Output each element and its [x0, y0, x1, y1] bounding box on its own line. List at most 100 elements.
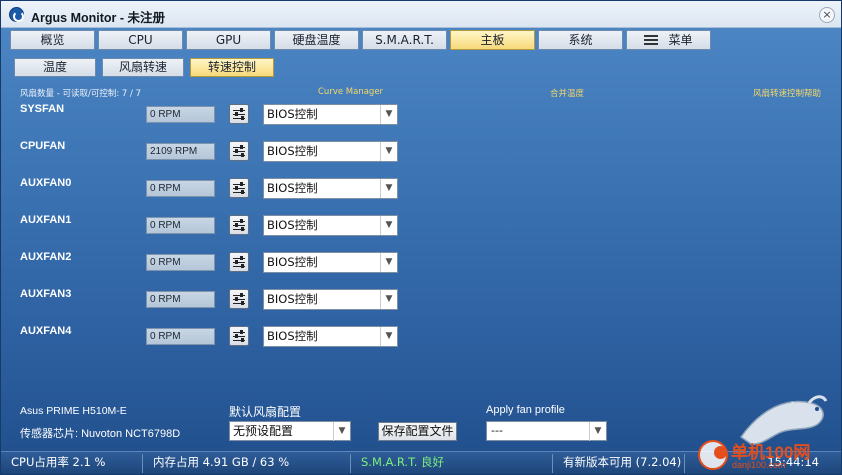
fan-mode-select[interactable]: BIOS控制 ▼: [263, 141, 398, 162]
subtab-fan-speed[interactable]: 风扇转速: [102, 58, 184, 77]
tab-overview[interactable]: 概览: [10, 30, 95, 50]
slider-knob: [235, 149, 238, 153]
fan-settings-button[interactable]: [229, 289, 249, 309]
curve-manager-link[interactable]: Curve Manager: [318, 87, 383, 97]
board-name: Asus PRIME H510M-E: [20, 405, 127, 417]
fan-row: AUXFAN3 0 RPM BIOS控制 ▼: [1, 287, 421, 311]
save-config-button[interactable]: 保存配置文件: [378, 422, 457, 441]
fan-count-text: 风扇数量 - 可读取/可控制: 7 / 7: [20, 89, 141, 99]
slider-line: [233, 221, 245, 222]
tab-disk-temp[interactable]: 硬盘温度: [274, 30, 359, 50]
fan-mode-value: BIOS控制: [267, 144, 318, 158]
argus-app-icon: [9, 7, 24, 22]
tab-menu[interactable]: 菜单: [626, 30, 711, 50]
slider-knob: [235, 223, 238, 227]
fan-row: AUXFAN4 0 RPM BIOS控制 ▼: [1, 324, 421, 348]
apply-fan-profile-value: ---: [491, 424, 503, 437]
fan-name: CPUFAN: [20, 140, 66, 152]
subtab-temperature[interactable]: 温度: [14, 58, 96, 77]
fan-mode-value: BIOS控制: [267, 181, 318, 195]
tab-gpu[interactable]: GPU: [186, 30, 271, 50]
slider-line: [233, 258, 245, 259]
slider-line: [233, 295, 245, 296]
fan-mode-select[interactable]: BIOS控制 ▼: [263, 326, 398, 347]
tab-menu-label: 菜单: [668, 33, 693, 47]
slider-knob: [240, 145, 243, 149]
slider-knob: [235, 260, 238, 264]
slider-knob: [241, 227, 244, 231]
fan-name: SYSFAN: [20, 103, 65, 115]
fan-mode-select[interactable]: BIOS控制 ▼: [263, 289, 398, 310]
apply-fan-profile-label: Apply fan profile: [486, 404, 565, 416]
tab-system[interactable]: 系统: [538, 30, 623, 50]
watermark-logo-icon: [698, 440, 728, 470]
fan-settings-button[interactable]: [229, 104, 249, 124]
slider-line: [233, 184, 245, 185]
slider-knob: [235, 112, 238, 116]
status-update-available[interactable]: 有新版本可用 (7.2.04): [553, 454, 685, 473]
chevron-down-icon: ▼: [589, 422, 606, 441]
fan-rpm-value: 0 RPM: [146, 180, 215, 197]
status-cpu-usage: CPU占用率 2.1 %: [1, 454, 143, 473]
fan-name: AUXFAN2: [20, 251, 72, 263]
apply-fan-profile-select[interactable]: --- ▼: [486, 421, 607, 441]
fan-mode-value: BIOS控制: [267, 292, 318, 306]
chevron-down-icon: ▼: [380, 142, 397, 161]
fan-mode-select[interactable]: BIOS控制 ▼: [263, 104, 398, 125]
slider-knob: [240, 293, 243, 297]
chevron-down-icon: ▼: [380, 327, 397, 346]
slider-knob: [235, 297, 238, 301]
fan-settings-button[interactable]: [229, 141, 249, 161]
tab-mainboard[interactable]: 主板: [450, 30, 535, 50]
default-fan-profile-select[interactable]: 无预设配置 ▼: [229, 421, 351, 441]
watermark: 单机100网 danji100.com: [698, 438, 838, 474]
fan-settings-button[interactable]: [229, 252, 249, 272]
slider-knob: [240, 108, 243, 112]
slider-knob: [241, 264, 244, 268]
fan-mode-value: BIOS控制: [267, 107, 318, 121]
default-fan-profile-value: 无预设配置: [233, 424, 294, 438]
chevron-down-icon: ▼: [380, 216, 397, 235]
fan-control-help-link[interactable]: 风扇转速控制帮助: [753, 87, 821, 99]
close-button[interactable]: ×: [819, 7, 835, 23]
slider-knob: [240, 182, 243, 186]
fan-name: AUXFAN4: [20, 325, 72, 337]
fan-settings-button[interactable]: [229, 215, 249, 235]
fan-rpm-value: 0 RPM: [146, 217, 215, 234]
chevron-down-icon: ▼: [380, 179, 397, 198]
slider-knob: [240, 256, 243, 260]
fan-name: AUXFAN3: [20, 288, 72, 300]
window-title: Argus Monitor - 未注册: [31, 11, 166, 25]
fan-mode-select[interactable]: BIOS控制 ▼: [263, 178, 398, 199]
status-smart: S.M.A.R.T. 良好: [351, 454, 553, 473]
fan-rpm-value: 0 RPM: [146, 254, 215, 271]
slider-knob: [235, 334, 238, 338]
tab-smart[interactable]: S.M.A.R.T.: [362, 30, 447, 50]
merge-temp-link[interactable]: 合并温度: [550, 87, 584, 99]
sensor-chip: 传感器芯片: Nuvoton NCT6798D: [20, 428, 181, 440]
fan-row: CPUFAN 2109 RPM BIOS控制 ▼: [1, 139, 421, 163]
hamburger-menu-icon: [644, 34, 659, 45]
fan-rpm-value: 2109 RPM: [146, 143, 215, 160]
fan-settings-button[interactable]: [229, 178, 249, 198]
fan-row: AUXFAN1 0 RPM BIOS控制 ▼: [1, 213, 421, 237]
chevron-down-icon: ▼: [380, 253, 397, 272]
fan-mode-value: BIOS控制: [267, 255, 318, 269]
fan-row: AUXFAN2 0 RPM BIOS控制 ▼: [1, 250, 421, 274]
fan-mode-select[interactable]: BIOS控制 ▼: [263, 215, 398, 236]
app-window: Argus Monitor - 未注册 × 概览 CPU GPU 硬盘温度 S.…: [0, 0, 842, 475]
subtab-fan-control[interactable]: 转速控制: [190, 58, 274, 77]
fan-mode-value: BIOS控制: [267, 218, 318, 232]
tab-cpu[interactable]: CPU: [98, 30, 183, 50]
fan-rpm-value: 0 RPM: [146, 328, 215, 345]
slider-knob: [240, 219, 243, 223]
slider-line: [233, 332, 245, 333]
default-fan-profile-label: 默认风扇配置: [229, 405, 302, 419]
fan-rpm-value: 0 RPM: [146, 291, 215, 308]
fan-settings-button[interactable]: [229, 326, 249, 346]
fan-mode-value: BIOS控制: [267, 329, 318, 343]
slider-knob: [241, 153, 244, 157]
status-memory-usage: 内存占用 4.91 GB / 63 %: [143, 454, 351, 473]
slider-line: [233, 110, 245, 111]
fan-mode-select[interactable]: BIOS控制 ▼: [263, 252, 398, 273]
